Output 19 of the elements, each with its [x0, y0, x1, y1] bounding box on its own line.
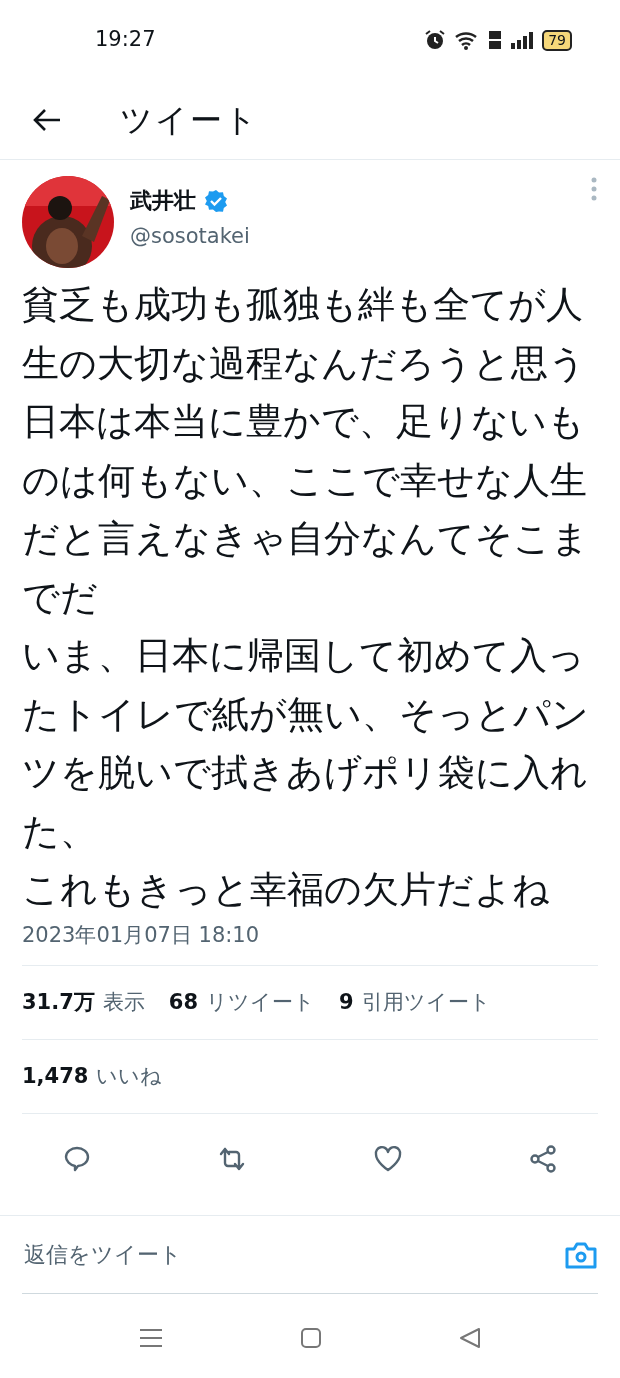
- tweet-timestamp: 2023年01月07日 18:10: [22, 921, 261, 949]
- tweet-text: いま、日本に帰国して初めて入ったトイレで紙が無い、そっとパンツを脱いで拭きあげポリ袋に入れた、: [22, 633, 590, 855]
- tweet-text: 日本は本当に豊かで、足りないものは何もない、ここで幸せな人生だと言えなきゃ自分なんてそこまでだ: [22, 399, 590, 621]
- user-name[interactable]: 武井壮: [130, 184, 196, 217]
- page-title: ツイート: [120, 99, 259, 141]
- stat-label: リツイート: [206, 988, 316, 1016]
- stat-label: 引用ツイート: [361, 988, 491, 1016]
- stat-count: 31.7万: [22, 988, 95, 1016]
- stat-label: 表示: [102, 988, 145, 1016]
- stat-label: いいね: [96, 1062, 163, 1090]
- tweet-text: これもきっと幸福の欠片だよね: [22, 867, 551, 913]
- stat-count: 68: [168, 988, 199, 1016]
- user-handle[interactable]: @sosotakei: [130, 221, 590, 253]
- stat-count: 9: [339, 988, 354, 1016]
- clock-time: 19:27: [95, 26, 156, 54]
- reply-field[interactable]: 返信をツイート: [22, 1237, 564, 1272]
- stat-count: 1,478: [22, 1062, 89, 1090]
- tweet-text: 貧乏も成功も孤独も絆も全てが人生の大切な過程なんだろうと思う: [22, 282, 587, 387]
- battery-indicator: 79: [542, 29, 572, 51]
